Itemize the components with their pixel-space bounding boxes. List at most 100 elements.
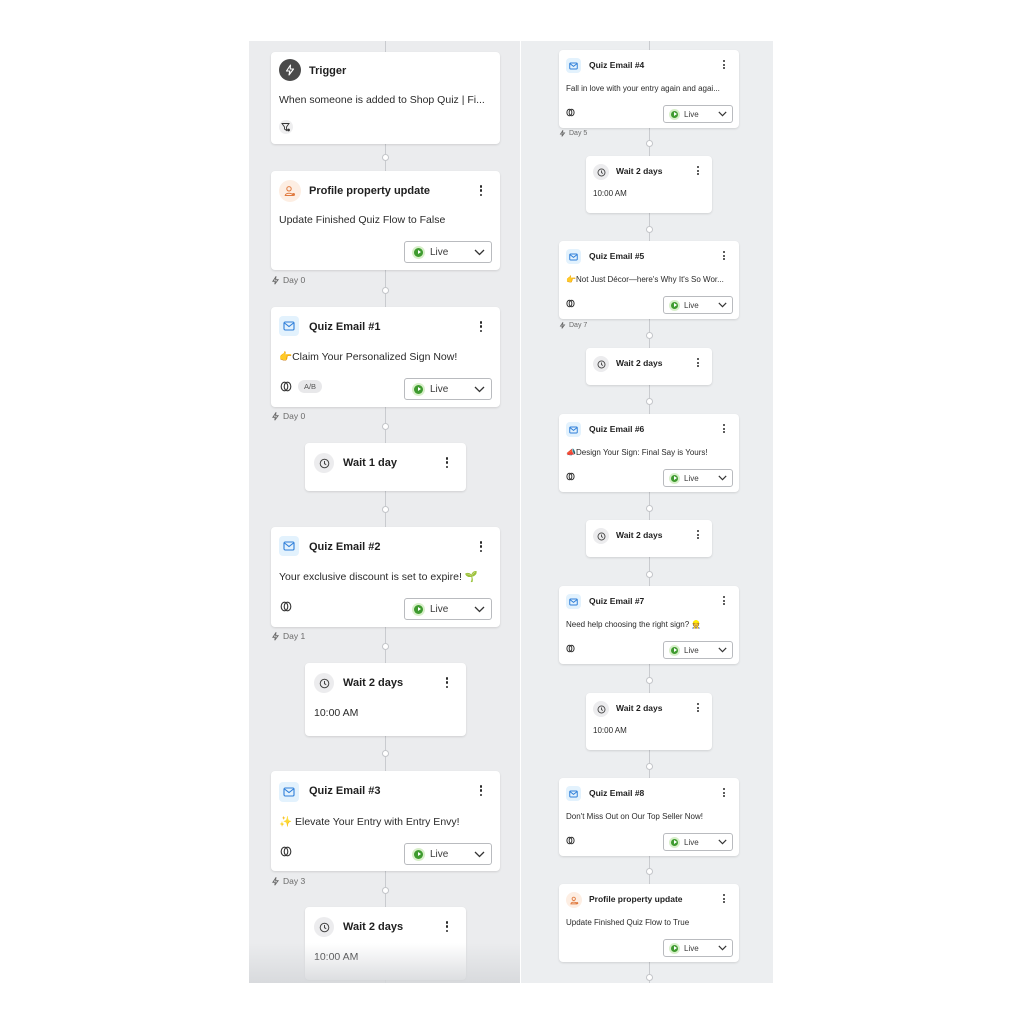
more-options-icon[interactable]	[479, 541, 483, 552]
status-dropdown[interactable]: Live	[404, 378, 492, 400]
profile-user-icon	[279, 180, 301, 202]
chevron-down-icon	[718, 945, 727, 951]
connector-dot[interactable]	[646, 763, 653, 770]
connector-dot[interactable]	[646, 226, 653, 233]
more-options-icon[interactable]	[722, 894, 725, 903]
connector-dot[interactable]	[382, 750, 389, 757]
ab-test-icon[interactable]	[566, 836, 575, 845]
email-card[interactable]: Quiz Email #6 📣Design Your Sign: Final S…	[559, 414, 739, 492]
email-card[interactable]: Quiz Email #4 Fall in love with your ent…	[559, 50, 739, 128]
status-label: Live	[430, 246, 449, 258]
email-card[interactable]: Quiz Email #1 👉Claim Your Personalized S…	[271, 307, 500, 407]
wait-card[interactable]: Wait 2 days 10:00 AM	[586, 693, 712, 750]
email-card[interactable]: Quiz Email #7 Need help choosing the rig…	[559, 586, 739, 664]
trigger-card[interactable]: Trigger When someone is added to Shop Qu…	[271, 52, 500, 144]
connector-dot[interactable]	[646, 398, 653, 405]
more-options-icon[interactable]	[479, 785, 483, 796]
status-label: Live	[430, 603, 449, 615]
status-dropdown[interactable]: Live	[663, 833, 733, 851]
more-options-icon[interactable]	[696, 358, 699, 367]
more-options-icon[interactable]	[722, 251, 725, 260]
connector-dot[interactable]	[646, 332, 653, 339]
wait-card[interactable]: Wait 2 days	[586, 520, 712, 557]
flow-canvas-left[interactable]: Trigger When someone is added to Shop Qu…	[249, 41, 520, 983]
email-title: Quiz Email #1	[309, 321, 381, 333]
clock-icon	[593, 356, 609, 372]
clock-icon	[593, 164, 609, 180]
status-label: Live	[430, 383, 449, 395]
email-card[interactable]: Quiz Email #2 Your exclusive discount is…	[271, 527, 500, 627]
email-card[interactable]: Quiz Email #3 ✨ Elevate Your Entry with …	[271, 771, 500, 871]
ab-test-icon[interactable]	[280, 846, 292, 857]
lightning-small-icon	[559, 130, 566, 137]
more-options-icon[interactable]	[696, 530, 699, 539]
status-dropdown[interactable]: Live	[663, 641, 733, 659]
connector-dot[interactable]	[646, 677, 653, 684]
connector-dot[interactable]	[646, 140, 653, 147]
connector-dot[interactable]	[382, 423, 389, 430]
connector-dot[interactable]	[382, 154, 389, 161]
chevron-down-icon	[474, 249, 485, 255]
connector-dot[interactable]	[646, 505, 653, 512]
ab-test-icon[interactable]	[280, 381, 292, 392]
email-card[interactable]: Quiz Email #8 Don't Miss Out on Our Top …	[559, 778, 739, 856]
connector-dot[interactable]	[382, 887, 389, 894]
more-options-icon[interactable]	[722, 596, 725, 605]
more-options-icon[interactable]	[445, 677, 449, 688]
email-subject: Don't Miss Out on Our Top Seller Now!	[566, 812, 703, 821]
status-dropdown[interactable]: Live	[663, 296, 733, 314]
ab-test-icon[interactable]	[280, 601, 292, 612]
wait-card[interactable]: Wait 2 days	[586, 348, 712, 385]
profile-update-card[interactable]: Profile property update Update Finished …	[559, 884, 739, 962]
more-options-icon[interactable]	[479, 321, 483, 332]
lightning-small-icon	[559, 322, 566, 329]
more-options-icon[interactable]	[722, 424, 725, 433]
more-options-icon[interactable]	[445, 457, 449, 468]
more-options-icon[interactable]	[479, 185, 483, 196]
wait-card[interactable]: Wait 2 days 10:00 AM	[586, 156, 712, 213]
email-envelope-icon	[566, 422, 581, 437]
clock-icon	[593, 701, 609, 717]
status-dropdown[interactable]: Live	[404, 843, 492, 865]
chevron-down-icon	[718, 111, 727, 117]
email-subject: 👉Claim Your Personalized Sign Now!	[279, 351, 458, 363]
email-title: Quiz Email #7	[589, 596, 645, 606]
connector-dot[interactable]	[646, 571, 653, 578]
status-label: Live	[430, 848, 449, 860]
scroll-fade	[249, 943, 520, 983]
ab-test-icon[interactable]	[566, 108, 575, 117]
ab-test-icon[interactable]	[566, 644, 575, 653]
more-options-icon[interactable]	[722, 60, 725, 69]
more-options-icon[interactable]	[696, 703, 699, 712]
profile-update-card[interactable]: Profile property update Update Finished …	[271, 171, 500, 270]
status-dropdown[interactable]: Live	[404, 598, 492, 620]
status-dropdown[interactable]: Live	[663, 105, 733, 123]
ab-test-icon[interactable]	[566, 299, 575, 308]
day-label: Day 3	[271, 876, 305, 886]
more-options-icon[interactable]	[696, 166, 699, 175]
connector-dot[interactable]	[646, 868, 653, 875]
connector-dot[interactable]	[646, 974, 653, 981]
flow-canvas-right[interactable]: Quiz Email #4 Fall in love with your ent…	[521, 41, 773, 983]
filter-icon[interactable]	[279, 120, 293, 134]
email-title: Quiz Email #8	[589, 788, 645, 798]
status-dropdown[interactable]: Live	[663, 939, 733, 957]
ab-test-icon[interactable]	[566, 472, 575, 481]
status-dropdown[interactable]: Live	[404, 241, 492, 263]
connector-dot[interactable]	[382, 643, 389, 650]
wait-title: Wait 2 days	[343, 677, 404, 689]
wait-title: Wait 2 days	[616, 530, 663, 540]
wait-time: 10:00 AM	[314, 707, 359, 719]
email-card[interactable]: Quiz Email #5 👉Not Just Décor—here's Why…	[559, 241, 739, 319]
wait-card[interactable]: Wait 2 days 10:00 AM	[305, 663, 466, 736]
more-options-icon[interactable]	[445, 921, 449, 932]
status-label: Live	[684, 645, 699, 655]
status-dropdown[interactable]: Live	[663, 469, 733, 487]
connector-dot[interactable]	[382, 287, 389, 294]
wait-title: Wait 2 days	[616, 703, 663, 713]
lightning-icon	[279, 59, 301, 81]
day-label: Day 0	[271, 411, 305, 421]
connector-dot[interactable]	[382, 506, 389, 513]
wait-card[interactable]: Wait 1 day	[305, 443, 466, 491]
more-options-icon[interactable]	[722, 788, 725, 797]
